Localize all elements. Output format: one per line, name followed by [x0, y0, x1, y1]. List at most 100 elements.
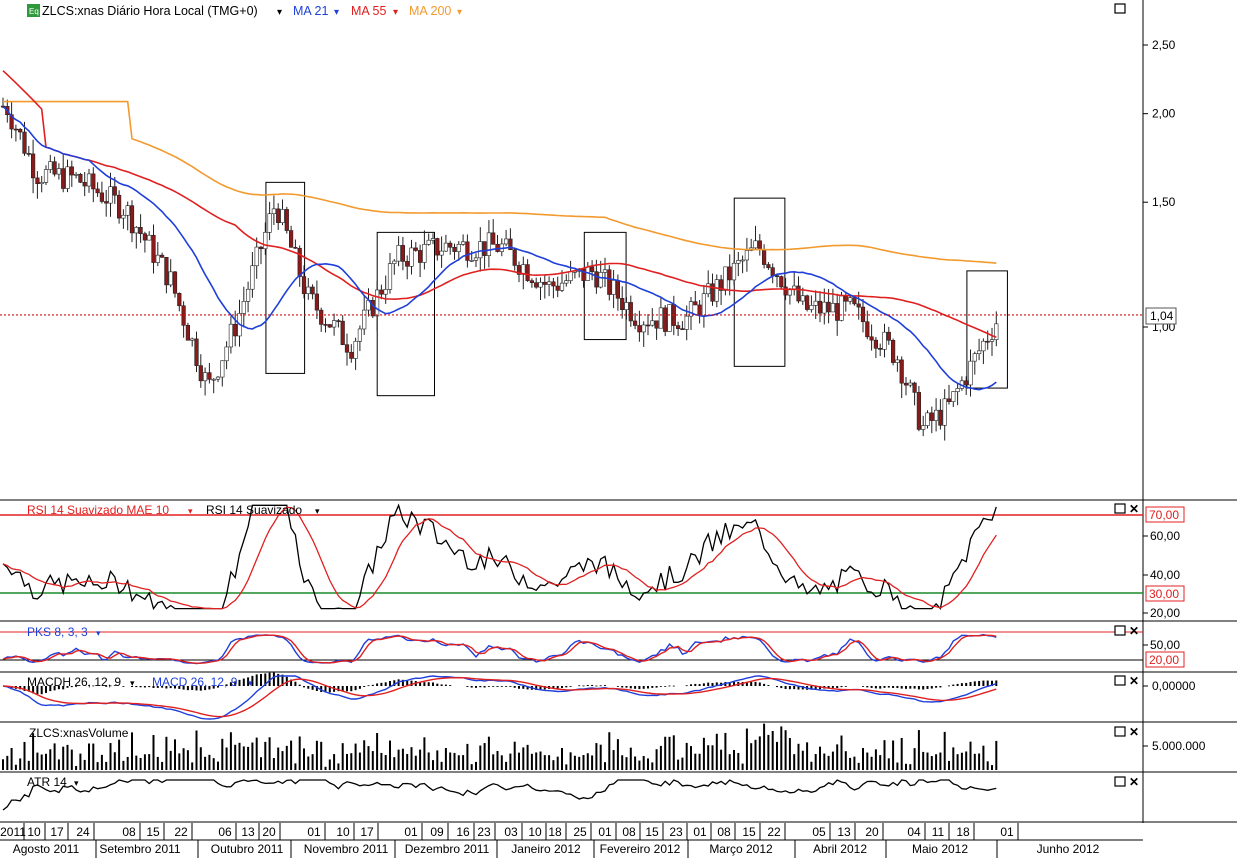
macd-histogram-bar	[487, 686, 490, 687]
volume-bar	[582, 755, 585, 770]
macd-legend[interactable]: MACD 26, 12, 9	[152, 675, 238, 689]
candle	[847, 296, 853, 305]
candle	[306, 277, 311, 300]
atr-legend[interactable]: ATR 14	[27, 775, 67, 789]
price-maximize-button[interactable]	[1114, 3, 1126, 14]
candle	[933, 398, 939, 432]
pks-close-icon[interactable]: ✕	[1129, 624, 1139, 638]
rsi-smoothed-legend[interactable]: RSI 14 Suavizado MAE 10	[27, 503, 169, 517]
macdh-legend[interactable]: MACDH 26, 12, 9	[27, 675, 121, 689]
pks-dropdown-icon[interactable]: ▾	[96, 628, 101, 638]
volume-bar	[831, 751, 834, 770]
month-label: Fevereiro 2012	[600, 842, 681, 856]
candle	[224, 341, 229, 370]
volume-bar	[354, 743, 357, 770]
pks-legend[interactable]: PKS 8, 3, 3	[27, 625, 88, 639]
volume-maximize-button[interactable]	[1114, 726, 1126, 737]
atr-dropdown-icon[interactable]: ▾	[74, 778, 79, 788]
volume-bar	[10, 748, 13, 770]
candle	[211, 378, 216, 394]
candle	[899, 356, 904, 399]
volume-bar	[152, 735, 155, 770]
price-tick: 1,50	[1143, 195, 1176, 209]
volume-bar	[612, 750, 615, 770]
volume-bar	[143, 754, 146, 770]
volume-bar	[92, 743, 95, 770]
volume-bar	[870, 756, 873, 770]
ma21-legend[interactable]: MA 21	[293, 4, 328, 18]
candle	[91, 167, 96, 203]
rsi-legend[interactable]: RSI 14 Suavizado	[206, 503, 302, 517]
atr-close-icon[interactable]: ✕	[1129, 775, 1139, 789]
macd-maximize-button[interactable]	[1114, 675, 1126, 686]
candle	[938, 399, 943, 430]
volume-bar	[668, 736, 671, 770]
candle	[168, 259, 173, 288]
ma55-legend[interactable]: MA 55	[351, 4, 386, 18]
candle	[164, 256, 169, 294]
candle	[667, 304, 672, 332]
macd-histogram-bar	[883, 686, 886, 688]
volume-bar	[199, 747, 202, 770]
volume-bar	[83, 759, 86, 770]
macd-histogram-bar	[836, 686, 839, 689]
macd-histogram-bar	[470, 686, 473, 688]
rsi-maximize-button[interactable]	[1114, 503, 1126, 514]
candle	[611, 269, 616, 309]
candle	[830, 288, 835, 313]
candle	[413, 242, 418, 252]
volume-bar	[926, 752, 929, 770]
volume-bar	[608, 732, 611, 770]
volume-bar	[178, 753, 181, 770]
volume-bar	[298, 736, 301, 770]
highlight-box	[966, 270, 1008, 389]
volume-bar	[131, 732, 133, 770]
candle	[473, 253, 479, 268]
macd-histogram-bar	[599, 685, 602, 687]
macd-histogram-bar	[913, 686, 916, 689]
candle	[757, 234, 762, 256]
candle	[886, 326, 891, 345]
volume-bar	[324, 766, 327, 770]
ma55-dropdown-icon[interactable]: ▾	[393, 7, 398, 18]
volume-bar	[208, 754, 211, 770]
month-label: Abril 2012	[813, 842, 867, 856]
volume-legend[interactable]: ZLCS:xnasVolume	[29, 726, 129, 740]
volume-close-icon[interactable]: ✕	[1129, 725, 1139, 739]
symbol-dropdown-icon[interactable]: ▾	[277, 7, 282, 18]
rsi-close-icon[interactable]: ✕	[1129, 502, 1139, 516]
candle	[417, 244, 423, 278]
volume-bar	[346, 753, 348, 770]
candle	[680, 321, 685, 330]
candle	[349, 344, 354, 363]
candle	[512, 247, 517, 271]
candle	[959, 376, 964, 391]
macd-histogram-bar	[616, 686, 619, 687]
pks-maximize-button[interactable]	[1114, 625, 1126, 636]
macd-close-icon[interactable]: ✕	[1129, 674, 1139, 688]
rsi-dropdown-icon[interactable]: ▾	[315, 506, 320, 516]
ma200-legend[interactable]: MA 200	[409, 4, 451, 18]
macd-histogram-bar	[591, 684, 594, 686]
day-tick-label: 01	[307, 825, 321, 839]
volume-bar	[487, 736, 490, 770]
volume-bar	[677, 759, 680, 770]
ma200-dropdown-icon[interactable]: ▾	[457, 7, 462, 18]
volume-bar	[221, 738, 224, 770]
volume-bar	[694, 753, 697, 770]
rsi-smoothed-dropdown-icon[interactable]: ▾	[188, 506, 193, 516]
candle	[620, 286, 625, 319]
volume-bar	[883, 740, 886, 770]
macd-dropdown-icon[interactable]: ▾	[248, 678, 253, 688]
atr-maximize-button[interactable]	[1114, 776, 1126, 787]
ma21-dropdown-icon[interactable]: ▾	[334, 7, 339, 18]
macd-histogram-bar	[139, 686, 142, 688]
macd-histogram-bar	[595, 685, 598, 687]
day-tick-label: 08	[122, 825, 136, 839]
macdh-dropdown-icon[interactable]: ▾	[130, 678, 135, 688]
volume-bar	[6, 755, 9, 770]
candle	[903, 377, 909, 396]
symbol-label[interactable]: ZLCS:xnas Diário Hora Local (TMG+0)	[42, 4, 258, 18]
candle	[921, 415, 926, 437]
candle	[263, 222, 268, 255]
